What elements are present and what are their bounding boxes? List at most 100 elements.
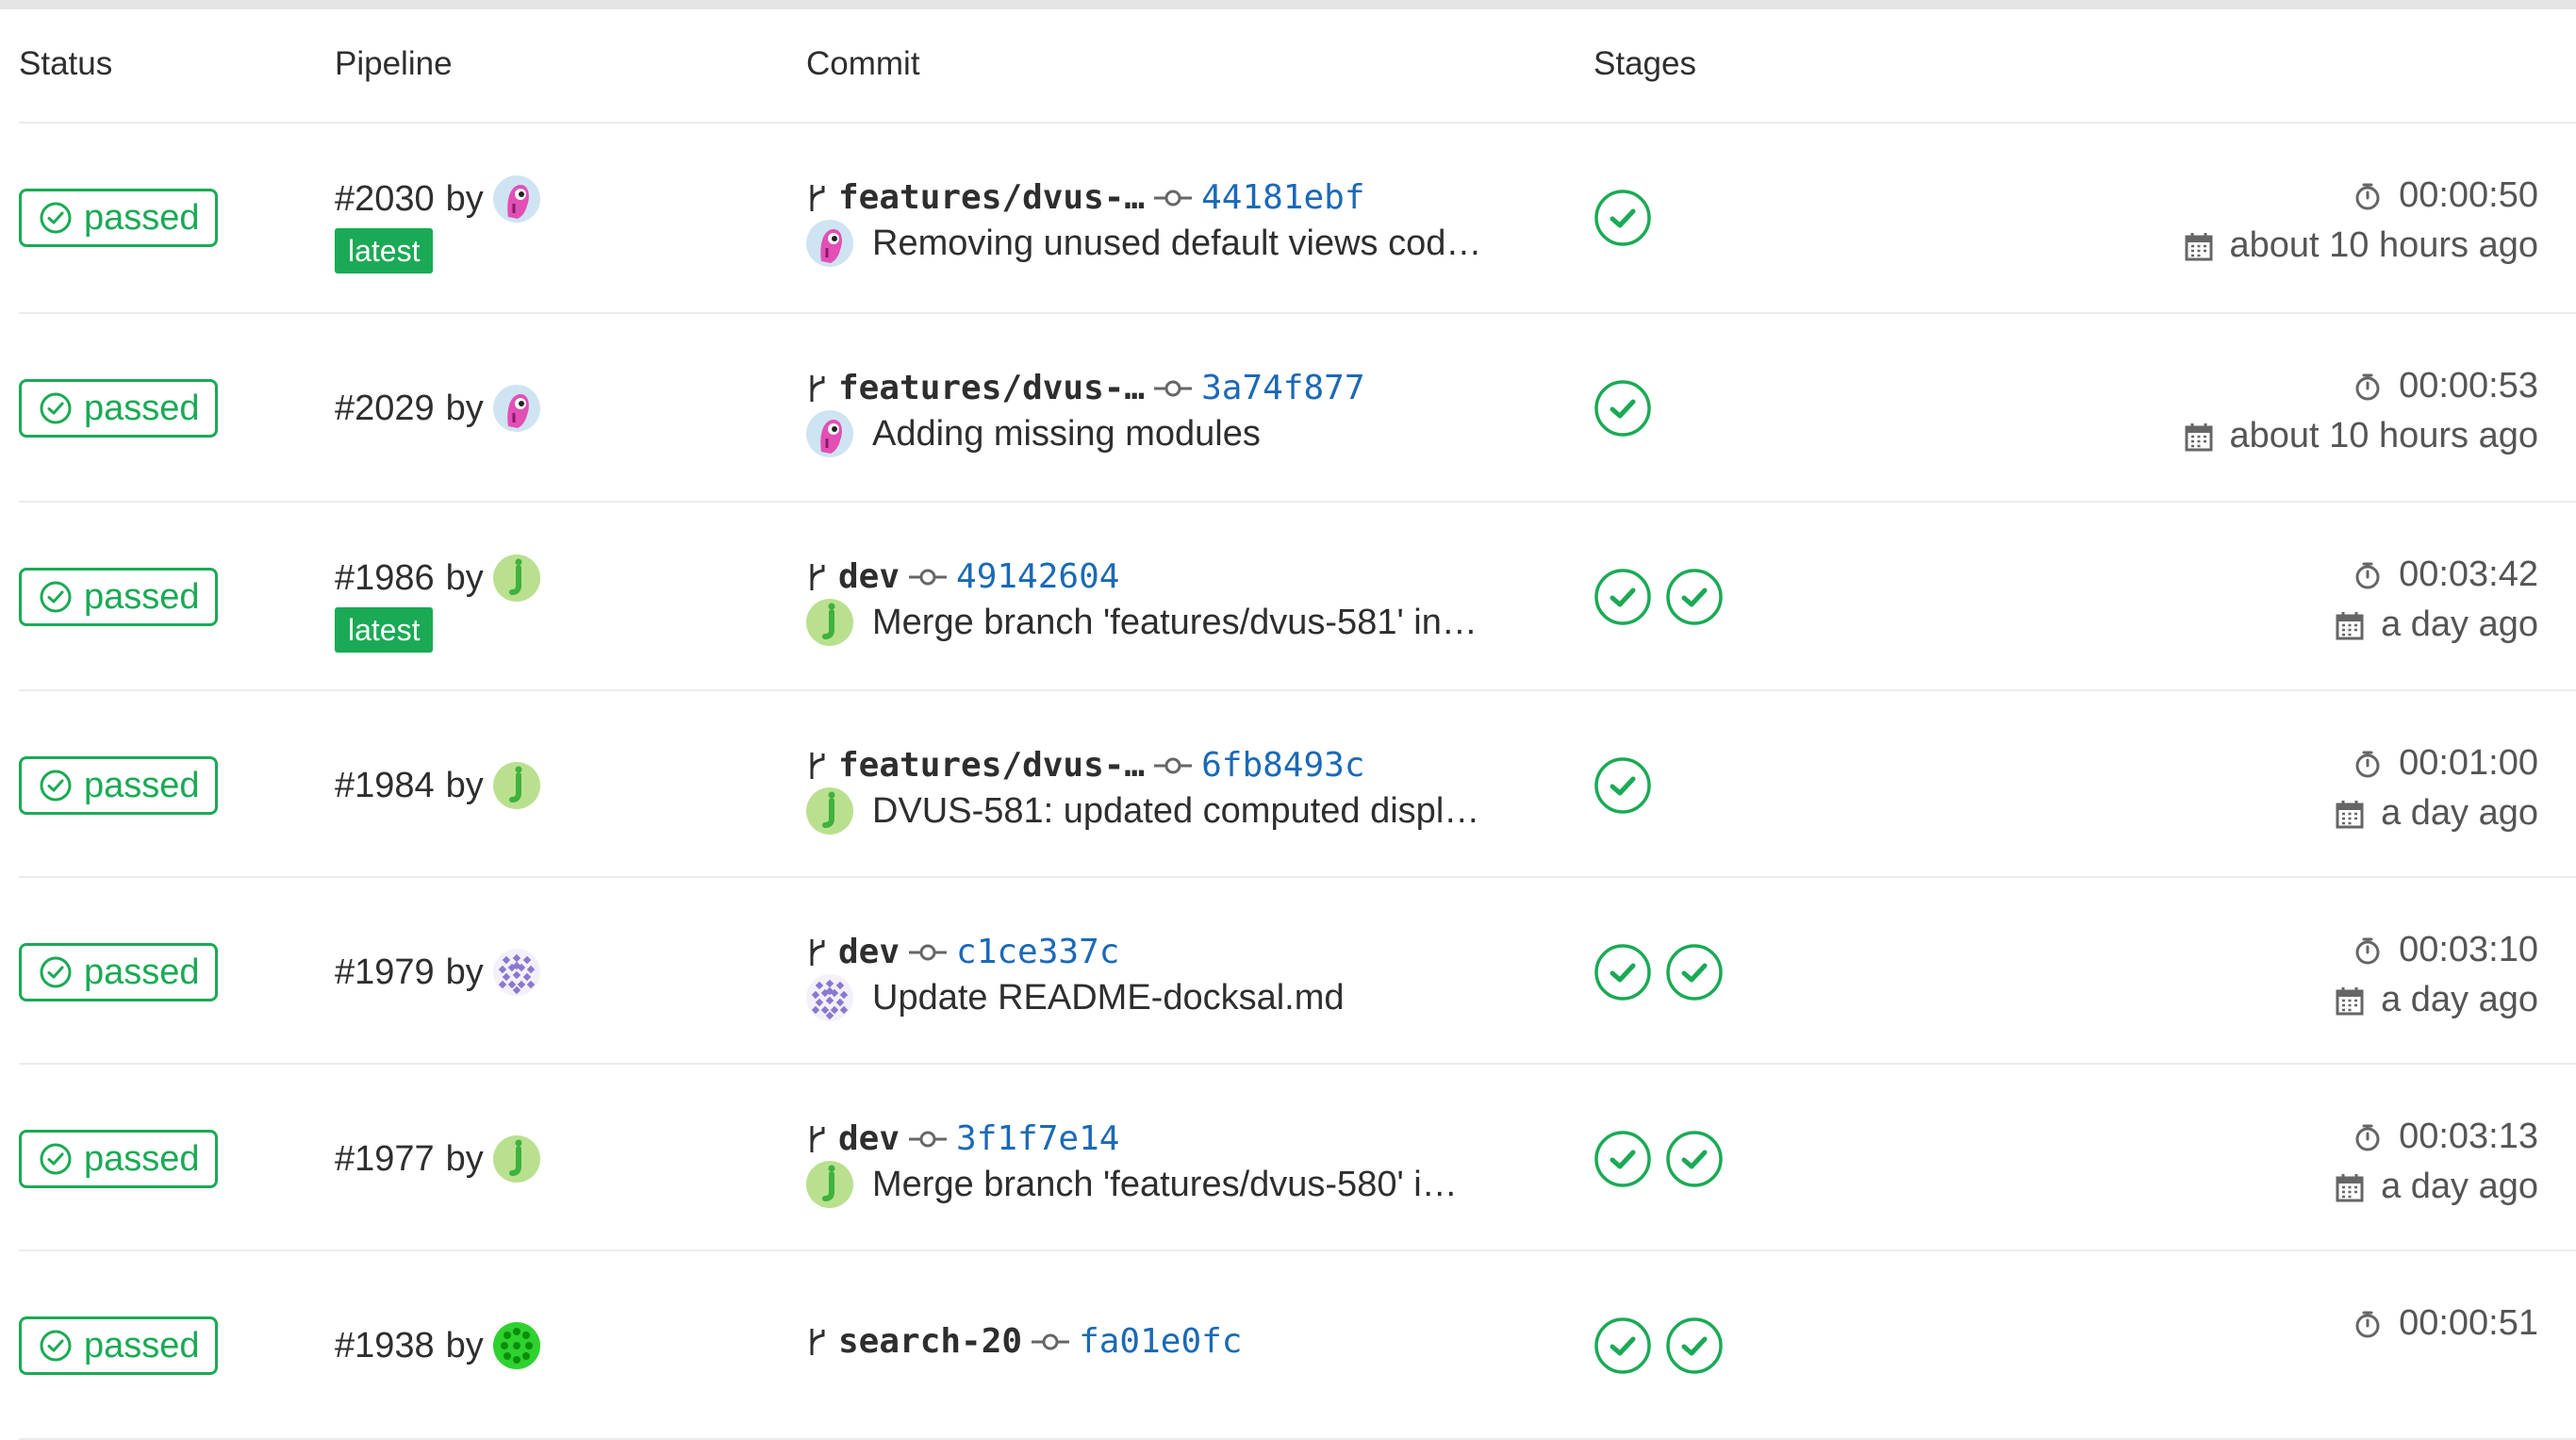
stages-group bbox=[1593, 379, 1652, 438]
commit-title-link[interactable]: Adding missing modules bbox=[872, 414, 1261, 455]
duration: 00:03:13 bbox=[2352, 1117, 2538, 1157]
branch-link[interactable]: features/dvus-… bbox=[838, 746, 1145, 785]
commit-author-avatar[interactable] bbox=[806, 974, 853, 1021]
pipeline-id-link[interactable]: #2030 bbox=[335, 179, 435, 220]
finished-value: a day ago bbox=[2381, 980, 2538, 1019]
pipeline-id-link[interactable]: #1984 bbox=[335, 766, 435, 806]
pipeline-by-label: by bbox=[445, 557, 484, 598]
branch-icon bbox=[806, 1123, 829, 1155]
status-label: passed bbox=[84, 576, 200, 617]
commit-title-link[interactable]: Update README-docksal.md bbox=[872, 978, 1345, 1018]
finished-at: about 10 hours ago bbox=[2183, 225, 2538, 266]
calendar-icon bbox=[2183, 421, 2215, 453]
commit-sha-link[interactable]: 49142604 bbox=[956, 557, 1119, 596]
triggerer-avatar[interactable] bbox=[492, 385, 540, 432]
check-circle-icon bbox=[39, 1329, 73, 1363]
pipeline-id: #2030 by bbox=[335, 175, 540, 223]
pipeline-id-link[interactable]: #1977 bbox=[335, 1139, 435, 1180]
commit-icon bbox=[1154, 187, 1193, 209]
header-stages: Stages bbox=[1593, 45, 1696, 82]
stage-passed-icon[interactable] bbox=[1593, 943, 1652, 1001]
stage-passed-icon[interactable] bbox=[1593, 1130, 1652, 1188]
duration-value: 00:01:00 bbox=[2399, 743, 2538, 783]
pipeline-by-label: by bbox=[445, 765, 484, 805]
status-badge[interactable]: passed bbox=[19, 943, 218, 1001]
status-badge[interactable]: passed bbox=[19, 756, 218, 815]
commit-author-avatar[interactable] bbox=[806, 787, 853, 835]
finished-value: a day ago bbox=[2381, 1167, 2538, 1206]
stage-passed-icon[interactable] bbox=[1593, 756, 1652, 815]
commit-author-avatar[interactable] bbox=[806, 599, 853, 646]
finished-value: about 10 hours ago bbox=[2229, 416, 2539, 455]
triggerer-avatar[interactable] bbox=[492, 762, 540, 809]
commit-author-avatar[interactable] bbox=[806, 1161, 853, 1208]
pipeline-by-label: by bbox=[445, 388, 484, 428]
pipeline-id-link[interactable]: #1986 bbox=[335, 558, 435, 599]
commit-message: DVUS-581: updated computed displ… bbox=[806, 787, 1479, 835]
branch-link[interactable]: dev bbox=[838, 1119, 900, 1158]
branch-icon bbox=[806, 372, 829, 405]
stage-passed-icon[interactable] bbox=[1665, 568, 1724, 626]
branch-link[interactable]: search-20 bbox=[838, 1322, 1022, 1361]
branch-link[interactable]: features/dvus-… bbox=[838, 369, 1145, 407]
status-badge[interactable]: passed bbox=[19, 1130, 218, 1188]
stage-passed-icon[interactable] bbox=[1665, 1316, 1724, 1375]
commit-message: Update README-docksal.md bbox=[806, 974, 1345, 1021]
branch-link[interactable]: features/dvus-… bbox=[838, 178, 1145, 217]
commit-sha-link[interactable]: fa01e0fc bbox=[1079, 1322, 1242, 1361]
branch-icon bbox=[806, 561, 829, 593]
timer-icon bbox=[2352, 1308, 2384, 1340]
branch-link[interactable]: dev bbox=[838, 557, 900, 596]
check-circle-icon bbox=[39, 201, 73, 235]
stage-passed-icon[interactable] bbox=[1593, 1316, 1652, 1375]
status-badge[interactable]: passed bbox=[19, 1316, 218, 1375]
status-badge[interactable]: passed bbox=[19, 568, 218, 626]
pipeline-id-link[interactable]: #1979 bbox=[335, 952, 435, 993]
stage-passed-icon[interactable] bbox=[1665, 943, 1724, 1001]
commit-title-link[interactable]: Merge branch 'features/dvus-580' i… bbox=[872, 1165, 1458, 1205]
pipeline-row: passed #1984 by features/dvus-… 6fb8493c DVUS… bbox=[0, 691, 2576, 878]
commit-author-avatar[interactable] bbox=[806, 220, 853, 267]
stage-passed-icon[interactable] bbox=[1593, 568, 1652, 626]
commit-title-link[interactable]: DVUS-581: updated computed displ… bbox=[872, 791, 1479, 832]
stage-passed-icon[interactable] bbox=[1593, 189, 1652, 247]
stage-passed-icon[interactable] bbox=[1593, 379, 1652, 438]
stages-group bbox=[1593, 943, 1724, 1001]
pipeline-row: passed #1977 by dev 3f1f7e14 Merge branch 'fe… bbox=[0, 1065, 2576, 1251]
pipeline-id-link[interactable]: #1938 bbox=[335, 1326, 435, 1366]
triggerer-avatar[interactable] bbox=[492, 949, 540, 996]
check-circle-icon bbox=[39, 955, 73, 989]
top-bar bbox=[0, 0, 2576, 9]
triggerer-avatar[interactable] bbox=[492, 554, 540, 602]
commit-title-link[interactable]: Removing unused default views cod… bbox=[872, 223, 1481, 264]
triggerer-avatar[interactable] bbox=[492, 1322, 540, 1369]
stages-group bbox=[1593, 568, 1724, 626]
commit-sha-link[interactable]: 44181ebf bbox=[1201, 178, 1364, 217]
pipeline-id: #1979 by bbox=[335, 949, 540, 996]
commit-sha-link[interactable]: 3a74f877 bbox=[1201, 369, 1364, 407]
check-circle-icon bbox=[39, 391, 73, 425]
timer-icon bbox=[2352, 748, 2384, 780]
table-header: Status Pipeline Commit Stages bbox=[0, 9, 2576, 123]
commit-sha-link[interactable]: 3f1f7e14 bbox=[956, 1119, 1119, 1158]
branch-link[interactable]: dev bbox=[838, 933, 900, 971]
commit-sha-link[interactable]: c1ce337c bbox=[956, 933, 1119, 971]
commit-sha-link[interactable]: 6fb8493c bbox=[1201, 746, 1364, 785]
commit-ref: dev c1ce337c bbox=[806, 933, 1119, 971]
pipeline-row: passed #1986 by latest dev 49142604 Merge bran… bbox=[0, 503, 2576, 691]
stage-passed-icon[interactable] bbox=[1665, 1130, 1724, 1188]
timer-icon bbox=[2352, 1121, 2384, 1153]
status-label: passed bbox=[84, 1138, 200, 1179]
triggerer-avatar[interactable] bbox=[492, 175, 540, 223]
commit-author-avatar[interactable] bbox=[806, 410, 853, 457]
status-badge[interactable]: passed bbox=[19, 189, 218, 247]
pipeline-id-link[interactable]: #2029 bbox=[335, 389, 435, 429]
triggerer-avatar[interactable] bbox=[492, 1135, 540, 1183]
pipeline-id: #1984 by bbox=[335, 762, 540, 809]
header-status: Status bbox=[19, 45, 113, 82]
header-commit: Commit bbox=[806, 45, 920, 82]
commit-title-link[interactable]: Merge branch 'features/dvus-581' in… bbox=[872, 603, 1478, 643]
commit-message: Merge branch 'features/dvus-580' i… bbox=[806, 1161, 1458, 1208]
status-badge[interactable]: passed bbox=[19, 379, 218, 438]
finished-value: a day ago bbox=[2381, 793, 2538, 833]
